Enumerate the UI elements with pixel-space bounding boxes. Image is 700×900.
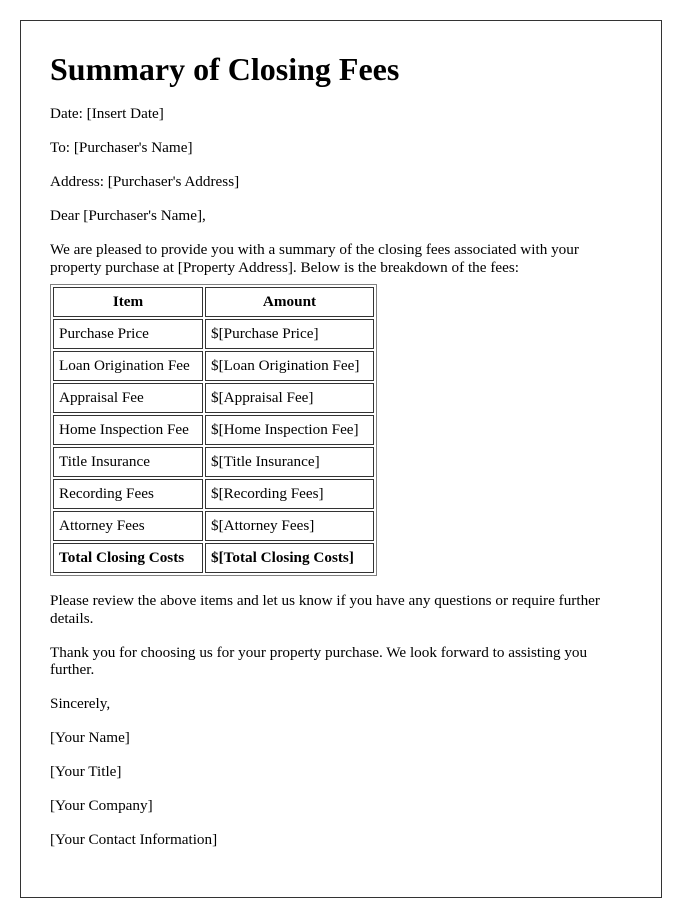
salutation: Dear [Purchaser's Name], bbox=[50, 207, 206, 224]
intro-paragraph: We are pleased to provide you with a sum… bbox=[50, 241, 579, 276]
page-title: Summary of Closing Fees bbox=[50, 51, 400, 87]
letter-container: Summary of Closing Fees Date: [Insert Da… bbox=[20, 20, 662, 898]
closing-line: Sincerely, bbox=[50, 695, 111, 712]
column-header-item: Item bbox=[53, 287, 203, 317]
signature-contact: [Your Contact Information] bbox=[50, 831, 218, 848]
table-row: Home Inspection Fee $[Home Inspection Fe… bbox=[53, 415, 374, 445]
fee-amount: $[Loan Origination Fee] bbox=[205, 351, 374, 381]
signature-company: [Your Company] bbox=[50, 797, 153, 814]
fee-item: Loan Origination Fee bbox=[53, 351, 203, 381]
table-row: Loan Origination Fee $[Loan Origination … bbox=[53, 351, 374, 381]
column-header-amount: Amount bbox=[205, 287, 374, 317]
fee-item: Attorney Fees bbox=[53, 511, 203, 541]
fees-table: Item Amount Purchase Price $[Purchase Pr… bbox=[50, 284, 377, 576]
signature-title: [Your Title] bbox=[50, 763, 122, 780]
recipient-line: To: [Purchaser's Name] bbox=[50, 139, 193, 156]
date-line: Date: [Insert Date] bbox=[50, 105, 164, 122]
review-paragraph: Please review the above items and let us… bbox=[50, 592, 600, 627]
fee-amount: $[Recording Fees] bbox=[205, 479, 374, 509]
fee-item: Home Inspection Fee bbox=[53, 415, 203, 445]
fee-amount: $[Appraisal Fee] bbox=[205, 383, 374, 413]
total-label: Total Closing Costs bbox=[53, 543, 203, 573]
fee-item: Purchase Price bbox=[53, 319, 203, 349]
fee-item: Title Insurance bbox=[53, 447, 203, 477]
table-header-row: Item Amount bbox=[53, 287, 374, 317]
fee-item: Appraisal Fee bbox=[53, 383, 203, 413]
fee-item: Recording Fees bbox=[53, 479, 203, 509]
total-row: Total Closing Costs $[Total Closing Cost… bbox=[53, 543, 374, 573]
table-row: Appraisal Fee $[Appraisal Fee] bbox=[53, 383, 374, 413]
fee-amount: $[Home Inspection Fee] bbox=[205, 415, 374, 445]
table-row: Title Insurance $[Title Insurance] bbox=[53, 447, 374, 477]
table-row: Attorney Fees $[Attorney Fees] bbox=[53, 511, 374, 541]
table-row: Recording Fees $[Recording Fees] bbox=[53, 479, 374, 509]
fee-amount: $[Attorney Fees] bbox=[205, 511, 374, 541]
thanks-paragraph: Thank you for choosing us for your prope… bbox=[50, 643, 588, 679]
fee-amount: $[Purchase Price] bbox=[205, 319, 374, 349]
signature-name: [Your Name] bbox=[50, 729, 130, 746]
table-row: Purchase Price $[Purchase Price] bbox=[53, 319, 374, 349]
fee-amount: $[Title Insurance] bbox=[205, 447, 374, 477]
total-amount: $[Total Closing Costs] bbox=[205, 543, 374, 573]
address-line: Address: [Purchaser's Address] bbox=[50, 173, 240, 190]
